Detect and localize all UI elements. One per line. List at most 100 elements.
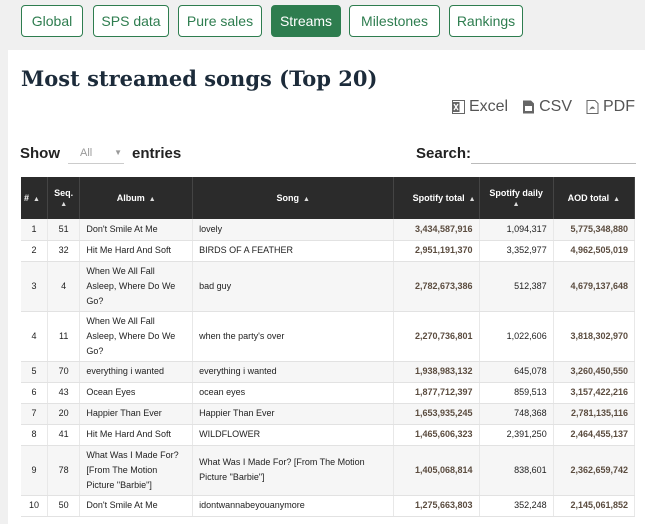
cell-album: Hit Me Hard And Soft [79, 240, 194, 262]
search-input[interactable] [471, 142, 637, 164]
table-row: 10 50 Don't Smile At Me idontwannabeyouanym… [21, 495, 636, 517]
cell-seq: 70 [47, 361, 81, 383]
cell-album: When We All Fall Asleep, Where Do We Go? [79, 311, 194, 362]
sort-icon: ▲ [60, 201, 68, 208]
cell-seq: 20 [47, 403, 81, 425]
export-csv-button[interactable]: CSV [522, 98, 572, 116]
entries-control: Show All ▼ entries [20, 142, 181, 164]
table-row: 2 32 Hit Me Hard And Soft BIRDS OF A FEATHE… [21, 240, 636, 262]
cell-spotify-daily: 838,601 [479, 445, 554, 496]
show-label: Show [20, 144, 60, 162]
tab-sps-data[interactable]: SPS data [93, 5, 169, 37]
table-header-row: # ▲ Seq. ▲ Album ▲ Song ▲ Spotify total ▲ Spo… [21, 177, 636, 219]
cell-spotify-total: 3,434,587,916 [393, 219, 480, 241]
cell-spotify-total: 1,275,663,803 [393, 495, 480, 517]
pdf-icon [586, 100, 599, 114]
table-row: 6 43 Ocean Eyes ocean eyes 1,877,712,397 859,… [21, 382, 636, 404]
export-csv-label: CSV [539, 98, 572, 115]
tab-global[interactable]: Global [21, 5, 83, 37]
cell-spotify-total: 1,877,712,397 [393, 382, 480, 404]
cell-spotify-total: 1,465,606,323 [393, 424, 480, 446]
cell-seq: 43 [47, 382, 81, 404]
cell-rank: 10 [21, 495, 48, 517]
column-header-song[interactable]: Song ▲ [192, 177, 395, 219]
cell-spotify-total: 1,653,935,245 [393, 403, 480, 425]
column-header-spotify-total[interactable]: Spotify total ▲ [393, 177, 480, 219]
cell-spotify-daily: 859,513 [479, 382, 554, 404]
cell-song: WILDFLOWER [192, 424, 395, 446]
cell-seq: 51 [47, 219, 81, 241]
csv-icon [523, 100, 535, 114]
column-header-rank[interactable]: # ▲ [21, 177, 48, 219]
cell-song: ocean eyes [192, 382, 395, 404]
cell-aod-total: 2,362,659,742 [553, 445, 636, 496]
cell-seq: 32 [47, 240, 81, 262]
cell-rank: 9 [21, 445, 48, 496]
cell-rank: 7 [21, 403, 48, 425]
cell-rank: 6 [21, 382, 48, 404]
cell-rank: 3 [21, 261, 48, 312]
cell-spotify-total: 2,270,736,801 [393, 311, 480, 362]
chevron-down-icon: ▼ [114, 148, 122, 157]
column-header-seq[interactable]: Seq. ▲ [47, 177, 81, 219]
cell-album: Don't Smile At Me [79, 219, 194, 241]
tab-rankings[interactable]: Rankings [449, 5, 523, 37]
cell-song: bad guy [192, 261, 395, 312]
cell-aod-total: 2,145,061,852 [553, 495, 636, 517]
sort-icon: ▲ [302, 196, 310, 203]
cell-song: idontwannabeyouanymore [192, 495, 395, 517]
table-row: 5 70 everything i wanted everything i wante… [21, 361, 636, 383]
excel-icon [451, 100, 465, 114]
tab-streams[interactable]: Streams [271, 5, 341, 37]
cell-song: lovely [192, 219, 395, 241]
cell-seq: 41 [47, 424, 81, 446]
column-header-aod-total[interactable]: AOD total ▲ [553, 177, 636, 219]
cell-song: Happier Than Ever [192, 403, 395, 425]
songs-table: # ▲ Seq. ▲ Album ▲ Song ▲ Spotify total ▲ Spo… [21, 177, 636, 517]
cell-spotify-daily: 645,078 [479, 361, 554, 383]
content-card: Most streamed songs (Top 20) Excel CSV P… [8, 50, 645, 524]
cell-spotify-daily: 352,248 [479, 495, 554, 517]
column-header-album[interactable]: Album ▲ [79, 177, 194, 219]
cell-seq: 4 [47, 261, 81, 312]
column-header-spotify-daily[interactable]: Spotify daily ▲ [479, 177, 554, 219]
table-row: 3 4 When We All Fall Asleep, Where Do We G… [21, 261, 636, 312]
table-row: 8 41 Hit Me Hard And Soft WILDFLOWER 1,465,6… [21, 424, 636, 446]
cell-album: When We All Fall Asleep, Where Do We Go? [79, 261, 194, 312]
cell-spotify-daily: 512,387 [479, 261, 554, 312]
cell-spotify-total: 2,951,191,370 [393, 240, 480, 262]
cell-album: everything i wanted [79, 361, 194, 383]
cell-aod-total: 3,818,302,970 [553, 311, 636, 362]
search-control: Search: [416, 142, 637, 164]
cell-song: BIRDS OF A FEATHER [192, 240, 395, 262]
cell-rank: 2 [21, 240, 48, 262]
cell-aod-total: 2,464,455,137 [553, 424, 636, 446]
cell-aod-total: 3,260,450,550 [553, 361, 636, 383]
entries-label: entries [132, 144, 182, 162]
cell-song: What Was I Made For? [From The Motion Pi… [192, 445, 395, 496]
cell-spotify-daily: 1,022,606 [479, 311, 554, 362]
cell-aod-total: 4,962,505,019 [553, 240, 636, 262]
export-pdf-label: PDF [603, 98, 635, 115]
cell-album: Don't Smile At Me [79, 495, 194, 517]
cell-song: everything i wanted [192, 361, 395, 383]
export-pdf-button[interactable]: PDF [586, 98, 635, 116]
sort-icon: ▲ [468, 196, 476, 203]
cell-seq: 11 [47, 311, 81, 362]
cell-aod-total: 3,157,422,216 [553, 382, 636, 404]
export-excel-button[interactable]: Excel [451, 98, 509, 116]
cell-aod-total: 4,679,137,648 [553, 261, 636, 312]
cell-aod-total: 5,775,348,880 [553, 219, 636, 241]
tab-pure-sales[interactable]: Pure sales [178, 5, 262, 37]
table-body: 1 51 Don't Smile At Me lovely 3,434,587,916 1… [21, 219, 636, 517]
table-row: 9 78 What Was I Made For? [From The Motion… [21, 445, 636, 496]
sort-icon: ▲ [512, 201, 520, 208]
export-excel-label: Excel [468, 98, 509, 115]
cell-spotify-daily: 2,391,250 [479, 424, 554, 446]
cell-seq: 78 [47, 445, 81, 496]
entries-select[interactable]: All ▼ [68, 142, 124, 164]
cell-rank: 1 [21, 219, 48, 241]
sort-icon: ▲ [148, 196, 156, 203]
tab-milestones[interactable]: Milestones [349, 5, 440, 37]
table-row: 1 51 Don't Smile At Me lovely 3,434,587,916 1… [21, 219, 636, 241]
